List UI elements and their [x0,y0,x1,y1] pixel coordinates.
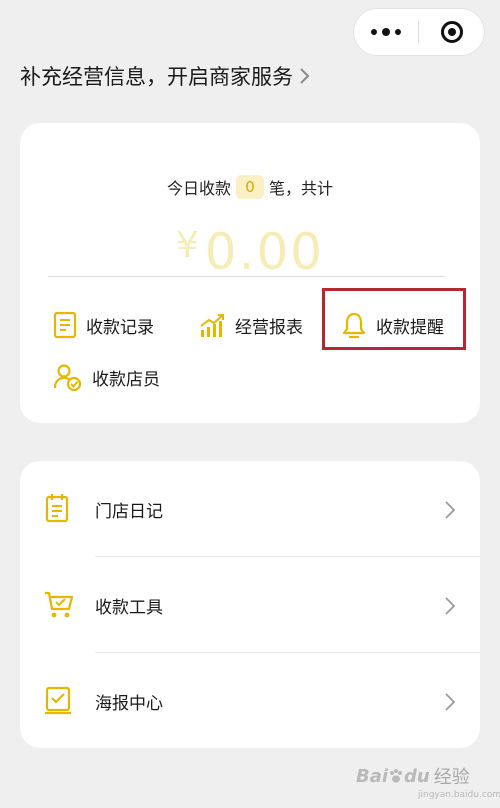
chevron-right-icon [445,693,456,711]
notebook-icon [45,494,69,523]
staff-icon [53,364,82,391]
watermark-brand: Bai du [356,765,430,787]
payment-records-button[interactable]: 收款记录 [53,311,154,339]
watermark-sub: 经验 [433,767,470,788]
close-target-icon [440,21,463,43]
close-button[interactable] [419,9,484,55]
count-badge: 0 [236,175,264,199]
cashier-staff-label: 收款店员 [92,369,160,390]
merchant-service-banner[interactable]: 补充经营信息，开启商家服务 [20,60,311,92]
more-button[interactable] [354,9,418,55]
trend-chart-icon [200,314,224,337]
amount-value: 0.00 [204,223,325,281]
paw-icon [390,768,403,782]
chevron-right-icon [445,597,456,615]
poster-center-label: 海报中心 [95,694,163,714]
mini-program-capsule [354,9,484,55]
collection-summary-card: 今日收款 0 笔，共计 ¥0.00 收款记录 经营报表 收款提醒 收款店员 [20,123,480,423]
poster-icon [45,686,71,715]
banner-text: 补充经营信息，开启商家服务 [20,65,293,89]
summary-suffix: 笔，共计 [269,179,334,198]
payment-tools-label: 收款工具 [95,598,163,618]
cashier-staff-button[interactable]: 收款店员 [53,363,160,391]
payment-tools-row[interactable]: 收款工具 [20,557,480,651]
store-diary-row[interactable]: 门店日记 [20,461,480,555]
summary-divider [48,276,445,277]
chevron-right-icon [445,501,456,519]
document-icon [53,311,77,339]
currency-symbol: ¥ [175,225,201,266]
store-diary-label: 门店日记 [95,502,163,522]
poster-center-row[interactable]: 海报中心 [20,653,480,747]
today-summary: 今日收款 0 笔，共计 [20,175,480,199]
payment-records-label: 收款记录 [86,317,154,338]
more-dots-icon [371,28,401,36]
watermark-url: jingyan.baidu.com [418,790,500,800]
tools-menu-card: 门店日记 收款工具 海报中心 [20,461,480,748]
cart-icon [45,591,74,618]
business-report-label: 经营报表 [235,317,303,338]
business-report-button[interactable]: 经营报表 [198,311,303,339]
summary-prefix: 今日收款 [166,179,231,198]
highlight-box [322,288,466,350]
chevron-right-icon [300,68,310,84]
